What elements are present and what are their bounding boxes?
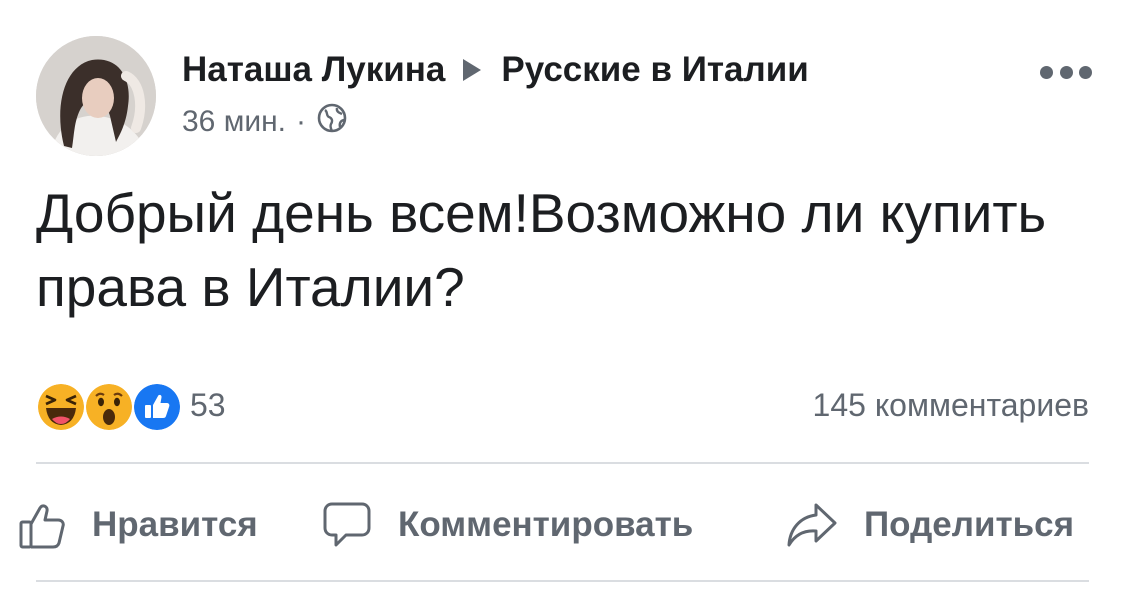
haha-icon	[36, 382, 86, 432]
comment-icon	[323, 502, 371, 547]
like-label: Нравится	[92, 505, 258, 544]
divider	[36, 462, 1089, 464]
more-options-button[interactable]	[1040, 58, 1092, 86]
dot-icon	[1079, 65, 1092, 79]
dot-icon	[1059, 65, 1073, 79]
action-bar: Нравится Комментировать Поделиться	[0, 490, 1125, 560]
globe-icon	[316, 102, 348, 142]
triangle-right-icon	[463, 59, 482, 81]
post-text: Добрый день всем!Возможно ли купить прав…	[36, 182, 1047, 318]
divider	[36, 580, 1089, 582]
wow-icon	[84, 382, 134, 432]
share-button[interactable]: Поделиться	[786, 490, 1074, 560]
comment-label: Комментировать	[398, 505, 694, 544]
reactions-count: 53	[190, 386, 226, 423]
author-name[interactable]: Наташа Лукина	[182, 50, 445, 90]
group-name[interactable]: Русские в Италии	[501, 50, 808, 90]
post-meta: 36 мин. ·	[182, 100, 348, 144]
comments-count[interactable]: 145 комментариев	[813, 380, 1089, 430]
reaction-icons	[36, 380, 182, 432]
dot-icon	[1040, 65, 1053, 79]
comment-button[interactable]: Комментировать	[322, 490, 693, 560]
meta-separator: ·	[296, 105, 306, 138]
post-timestamp[interactable]: 36 мин.	[182, 105, 286, 139]
share-arrow-icon	[787, 503, 837, 547]
post-header-title: Наташа Лукина Русские в Италии	[182, 48, 809, 92]
reactions-summary[interactable]: 53	[36, 380, 226, 432]
share-label: Поделиться	[864, 505, 1075, 544]
thumbs-up-icon	[19, 504, 65, 549]
like-icon	[132, 382, 182, 432]
like-button[interactable]: Нравится	[18, 490, 258, 560]
author-avatar[interactable]	[36, 36, 156, 156]
